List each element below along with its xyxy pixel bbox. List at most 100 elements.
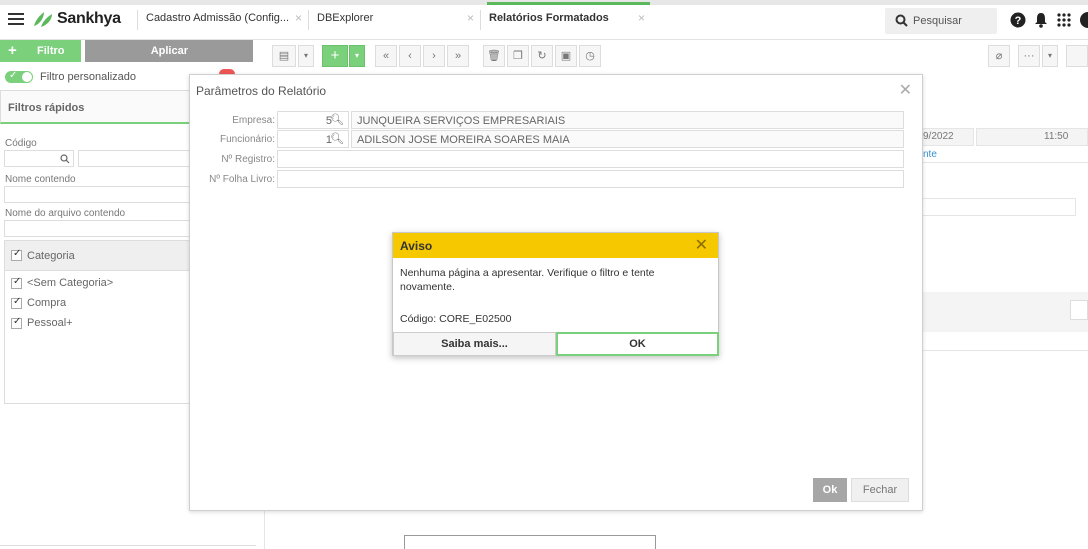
active-tab-indicator [487, 2, 650, 5]
category-checkbox[interactable]: ✓ [11, 316, 22, 329]
close-button[interactable]: Fechar [851, 478, 909, 502]
tab-label: Cadastro Admissão (Config... [146, 12, 290, 24]
popup-fragment [404, 535, 656, 549]
search-icon[interactable] [60, 154, 70, 164]
copy-icon[interactable]: ❐ [507, 45, 529, 67]
print-icon[interactable]: ▣ [555, 45, 577, 67]
time-field[interactable] [976, 128, 1088, 146]
apps-grid-icon[interactable] [1057, 13, 1071, 27]
more-options-icon[interactable]: ··· [1018, 45, 1040, 67]
registration-label: Nº Registro: [221, 154, 275, 165]
search-box[interactable]: Pesquisar [885, 8, 997, 34]
filter-button[interactable]: + Filtro [0, 40, 81, 62]
section-header [914, 292, 1088, 332]
tab-cadastro-admissao[interactable]: Cadastro Admissão (Config... × [146, 11, 306, 32]
chevron-down-icon[interactable]: ▾ [349, 45, 365, 67]
warning-dialog: Aviso ✕ Nenhuma página a apresentar. Ver… [392, 232, 719, 356]
form-field[interactable] [914, 198, 1076, 216]
warning-message: Nenhuma página a apresentar. Verifique o… [400, 267, 655, 293]
chevron-down-icon[interactable]: ▾ [1042, 45, 1058, 67]
first-record-button[interactable]: « [375, 45, 397, 67]
company-label: Empresa: [232, 115, 275, 126]
search-icon[interactable]: 🔍︎ [330, 132, 344, 145]
avatar[interactable] [1080, 12, 1088, 28]
apply-button[interactable]: Aplicar [85, 40, 253, 62]
ledger-sheet-input[interactable] [277, 170, 904, 188]
employee-name: ADILSON JOSE MOREIRA SOARES MAIA [357, 134, 570, 146]
tab-label: DBExplorer [317, 12, 374, 24]
history-icon[interactable]: ◷ [579, 45, 601, 67]
company-code-input[interactable]: 5 🔍︎ [277, 111, 349, 129]
time-value: 11:50 [1044, 131, 1069, 142]
custom-filter-toggle[interactable]: ✓ [5, 70, 33, 83]
registration-input[interactable] [277, 150, 904, 168]
name-contains-label: Nome contendo [5, 174, 76, 185]
tab-separator [137, 10, 138, 30]
last-record-button[interactable]: » [447, 45, 469, 67]
file-name-contains-label: Nome do arquivo contendo [5, 208, 126, 219]
previous-record-button[interactable]: ‹ [399, 45, 421, 67]
learn-more-button[interactable]: Saiba mais... [393, 332, 556, 356]
close-icon[interactable]: ✕ [899, 80, 912, 100]
top-strip [0, 0, 1088, 5]
tab-close-icon[interactable]: × [467, 11, 474, 25]
company-name: JUNQUEIRA SERVIÇOS EMPRESARIAIS [357, 115, 566, 127]
toggle-knob [22, 72, 32, 82]
grid-view-button[interactable]: ▤ [272, 45, 296, 67]
divider [0, 545, 256, 546]
search-icon[interactable]: 🔍︎ [330, 113, 344, 126]
menu-icon[interactable] [8, 13, 24, 26]
brand-name: Sankhya [57, 10, 121, 27]
code-label: Código [5, 138, 37, 149]
code-input[interactable] [4, 150, 74, 167]
category-checkbox[interactable]: ✓ [11, 296, 22, 309]
tab-label: Relatórios Formatados [489, 12, 609, 24]
check-icon: ✓ [9, 70, 18, 81]
close-icon[interactable]: ✕ [695, 235, 708, 255]
tab-separator [308, 10, 309, 30]
search-label: Pesquisar [913, 15, 962, 27]
ledger-sheet-label: Nº Folha Livro: [209, 174, 275, 185]
sankhya-leaf-icon [34, 12, 52, 27]
refresh-icon[interactable]: ↻ [531, 45, 553, 67]
ok-button[interactable]: Ok [813, 478, 847, 502]
ok-button[interactable]: OK [556, 332, 719, 356]
warning-title: Aviso [400, 239, 433, 253]
pager-button[interactable] [1066, 45, 1088, 67]
tab-close-icon[interactable]: × [295, 11, 302, 25]
tab-dbexplorer[interactable]: DBExplorer × [317, 11, 477, 32]
filter-button-label: Filtro [37, 45, 65, 57]
category-checkbox[interactable]: ✓ [11, 276, 22, 289]
category-label: Pessoal+ [27, 317, 73, 329]
search-icon [895, 14, 908, 27]
divider [914, 162, 1088, 163]
dialog-title: Parâmetros do Relatório [196, 84, 327, 98]
employee-name-field: ADILSON JOSE MOREIRA SOARES MAIA [351, 130, 904, 148]
logo: Sankhya [32, 10, 121, 28]
company-name-field: JUNQUEIRA SERVIÇOS EMPRESARIAIS [351, 111, 904, 129]
link-fragment[interactable]: nte [923, 149, 937, 160]
divider [264, 506, 265, 549]
category-all-checkbox[interactable]: ✓ [11, 248, 22, 261]
plus-icon: + [8, 42, 17, 59]
svg-text:?: ? [1015, 15, 1022, 27]
chevron-down-icon[interactable]: ▾ [298, 45, 314, 67]
next-record-button[interactable]: › [423, 45, 445, 67]
help-icon[interactable]: ? [1010, 12, 1026, 28]
apply-button-label: Aplicar [150, 45, 188, 57]
bell-icon[interactable] [1034, 12, 1048, 28]
add-button[interactable]: + [322, 45, 348, 67]
error-code: Código: CORE_E02500 [400, 313, 512, 325]
tab-separator [480, 10, 481, 30]
category-header-label: Categoria [27, 250, 75, 262]
category-label: <Sem Categoria> [27, 277, 114, 289]
attachment-icon[interactable]: ⌀ [988, 45, 1010, 67]
trash-icon[interactable]: 🗑 [483, 45, 505, 67]
employee-code-input[interactable]: 1 🔍︎ [277, 130, 349, 148]
divider [914, 350, 1088, 351]
tab-close-icon[interactable]: × [638, 11, 645, 25]
section-button[interactable] [1070, 300, 1088, 320]
tab-relatorios-formatados[interactable]: Relatórios Formatados × [489, 11, 649, 32]
employee-label: Funcionário: [219, 134, 275, 145]
date-value: 9/2022 [923, 131, 954, 142]
